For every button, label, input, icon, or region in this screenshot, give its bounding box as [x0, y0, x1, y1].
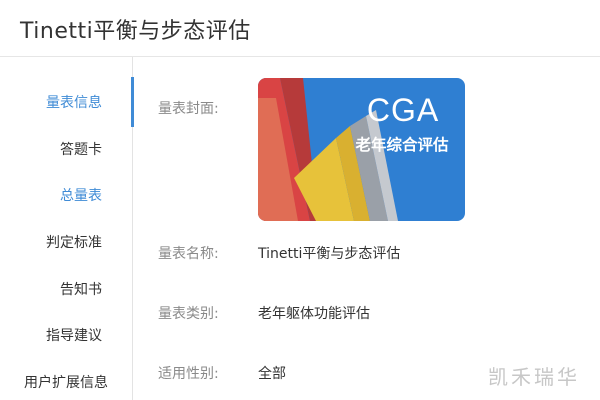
scale-category-value: 老年躯体功能评估: [258, 306, 370, 322]
sidebar-item-guidance[interactable]: 指导建议: [46, 325, 102, 345]
sidebar-item-total-scale[interactable]: 总量表: [60, 185, 102, 205]
applicable-gender-label: 适用性别:: [158, 366, 219, 382]
cover-subtitle: 老年综合评估: [355, 136, 449, 154]
sidebar-item-criteria[interactable]: 判定标准: [46, 232, 102, 252]
watermark: 凯禾瑞华: [488, 365, 580, 389]
scale-name-value: Tinetti平衡与步态评估: [258, 246, 401, 262]
cover-title: CGA: [366, 92, 440, 128]
applicable-gender-value: 全部: [258, 366, 286, 382]
sidebar: 量表信息 答题卡 总量表 判定标准 告知书 指导建议 用户扩展信息: [0, 57, 134, 400]
page-header: Tinetti平衡与步态评估: [0, 0, 600, 57]
sidebar-item-answer-sheet[interactable]: 答题卡: [60, 139, 102, 159]
sidebar-item-user-extension[interactable]: 用户扩展信息: [24, 372, 108, 392]
scale-category-label: 量表类别:: [158, 306, 219, 322]
active-tab-indicator: [131, 77, 134, 127]
page-title: Tinetti平衡与步态评估: [20, 19, 251, 44]
scale-cover-image: CGA 老年综合评估: [258, 78, 465, 221]
cover-label: 量表封面:: [158, 101, 219, 117]
sidebar-item-scale-info[interactable]: 量表信息: [46, 92, 102, 112]
sidebar-item-notice[interactable]: 告知书: [60, 279, 102, 299]
scale-name-label: 量表名称:: [158, 246, 219, 262]
